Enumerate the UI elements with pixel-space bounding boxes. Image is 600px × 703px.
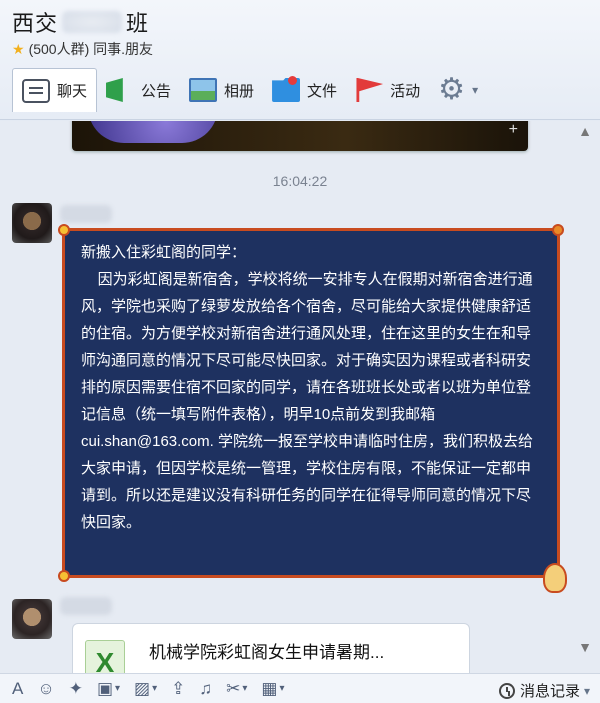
group-title: 西交 班 bbox=[12, 6, 149, 38]
redacted-name-blur bbox=[62, 11, 123, 33]
tab-chat-label: 聊天 bbox=[57, 83, 88, 100]
group-subtitle: ★ (500人群) 同事.朋友 bbox=[12, 39, 153, 59]
notice-message: 新搬入住彩虹阁的同学： 因为彩虹阁是新宿舍，学校将统一安排专人在假期对新宿舍进行… bbox=[58, 224, 567, 593]
music-icon[interactable]: ♫ bbox=[199, 679, 212, 699]
corner-ornament-icon bbox=[58, 224, 70, 236]
megaphone-icon bbox=[106, 78, 123, 102]
tab-notice[interactable]: 公告 bbox=[97, 71, 180, 109]
scroll-up-icon[interactable]: ▲ bbox=[578, 123, 592, 139]
redacted-sender-name bbox=[60, 205, 112, 223]
plus-icon[interactable]: + bbox=[509, 121, 518, 139]
file-name: 机械学院彩虹阁女生申请暑期... bbox=[149, 643, 385, 662]
flag-icon bbox=[356, 78, 384, 102]
photo-icon bbox=[189, 78, 218, 102]
group-title-left: 西交 bbox=[12, 11, 59, 36]
more-apps-icon[interactable]: ▦ ▾ bbox=[261, 679, 284, 699]
chevron-down-icon: ▾ bbox=[583, 683, 590, 698]
input-toolbar: A ☺ ✦ ▣ ▾ ▨ ▾ ⇪ ♫ ✂ ▾ ▦ ▾ 消息记录 ▾ bbox=[0, 673, 600, 703]
chat-area[interactable]: + ▲ 16:04:22 新搬入住彩虹阁的同学： 因为彩虹阁是新宿舍，学校将统一… bbox=[0, 121, 600, 673]
tab-file[interactable]: 文件 bbox=[263, 71, 346, 109]
tab-album[interactable]: 相册 bbox=[180, 71, 263, 109]
group-header: 西交 班 ★ (500人群) 同事.朋友 聊天 公告 相册 文件 活动 ⚙ ▾ bbox=[0, 0, 600, 120]
gear-icon: ⚙ bbox=[438, 73, 465, 106]
cartoon-figure-icon bbox=[543, 563, 567, 593]
redacted-sender-name bbox=[60, 597, 112, 615]
scissors-icon[interactable]: ✂ ▾ bbox=[226, 679, 247, 699]
image-icon[interactable]: ▨ ▾ bbox=[134, 679, 157, 699]
emoji-icon[interactable]: ☺ bbox=[37, 679, 54, 699]
upload-icon[interactable]: ⇪ bbox=[171, 679, 185, 699]
image-message[interactable]: + bbox=[72, 121, 528, 151]
group-title-right: 班 bbox=[126, 11, 150, 36]
corner-ornament-icon bbox=[552, 224, 564, 236]
notice-text: 新搬入住彩虹阁的同学： 因为彩虹阁是新宿舍，学校将统一安排专人在假期对新宿舍进行… bbox=[81, 244, 533, 531]
tab-activity-label: 活动 bbox=[390, 82, 421, 100]
image-content bbox=[88, 121, 218, 143]
tab-notice-label: 公告 bbox=[141, 82, 172, 100]
scroll-down-icon[interactable]: ▼ bbox=[578, 639, 592, 655]
message-history-button[interactable]: 消息记录 ▾ bbox=[498, 680, 590, 701]
group-subtitle-text: (500人群) 同事.朋友 bbox=[28, 41, 154, 57]
corner-ornament-icon bbox=[58, 570, 70, 582]
chevron-down-icon: ▾ bbox=[472, 83, 479, 97]
file-message[interactable]: X 机械学院彩虹阁女生申请暑期... bbox=[72, 623, 470, 673]
notification-dot-icon bbox=[288, 76, 298, 85]
sticker-icon[interactable]: ▣ ▾ bbox=[97, 679, 120, 699]
excel-file-icon: X bbox=[85, 640, 125, 673]
group-toolbar: 聊天 公告 相册 文件 活动 ⚙ ▾ bbox=[12, 68, 487, 112]
chat-bubble-icon bbox=[22, 78, 50, 103]
message-timestamp: 16:04:22 bbox=[272, 173, 328, 189]
avatar[interactable] bbox=[12, 203, 52, 243]
tab-chat[interactable]: 聊天 bbox=[12, 68, 98, 112]
settings-menu[interactable]: ⚙ ▾ bbox=[429, 71, 487, 109]
tab-activity[interactable]: 活动 bbox=[346, 71, 429, 109]
font-icon[interactable]: A bbox=[12, 679, 23, 699]
star-icon: ★ bbox=[12, 40, 25, 57]
message-history-label: 消息记录 bbox=[519, 683, 580, 700]
avatar[interactable] bbox=[12, 599, 52, 639]
tab-album-label: 相册 bbox=[224, 82, 255, 100]
magic-wand-icon[interactable]: ✦ bbox=[69, 679, 83, 699]
clock-icon bbox=[498, 682, 515, 699]
tab-file-label: 文件 bbox=[307, 82, 338, 100]
